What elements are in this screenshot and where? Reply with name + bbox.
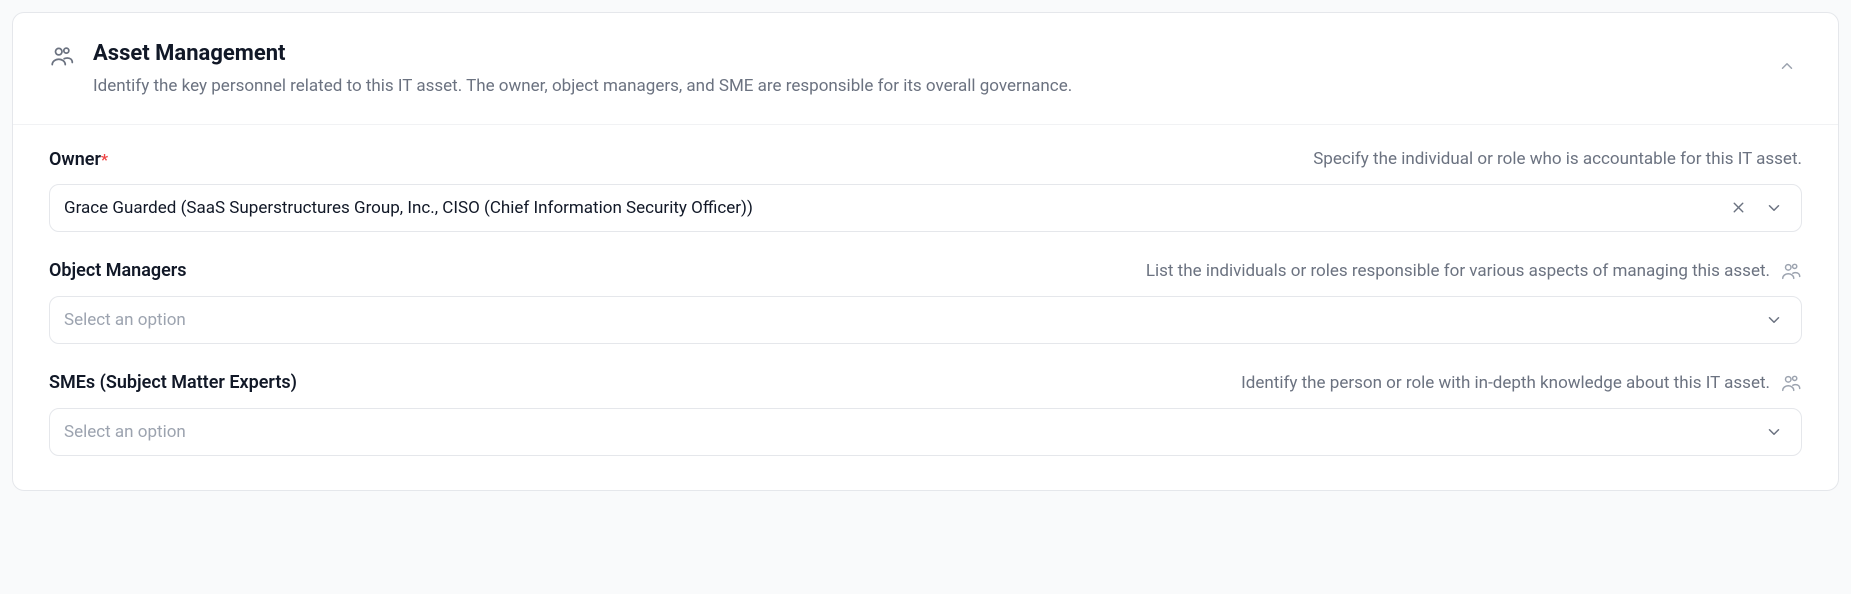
owner-select[interactable]: Grace Guarded (SaaS Superstructures Grou… — [49, 184, 1802, 232]
managers-select[interactable]: Select an option — [49, 296, 1802, 344]
panel-header-text: Asset Management Identify the key person… — [93, 41, 1754, 100]
owner-clear-button[interactable] — [1726, 195, 1751, 220]
managers-label: Object Managers — [49, 260, 187, 281]
chevron-down-icon — [1765, 199, 1783, 217]
owner-field-header: Owner* Specify the individual or role wh… — [49, 149, 1802, 170]
smes-field-header: SMEs (Subject Matter Experts) Identify t… — [49, 372, 1802, 394]
smes-label: SMEs (Subject Matter Experts) — [49, 372, 297, 393]
people-icon — [1780, 372, 1802, 394]
managers-hint: List the individuals or roles responsibl… — [1146, 261, 1770, 281]
panel-subtitle: Identify the key personnel related to th… — [93, 74, 1754, 100]
owner-field: Owner* Specify the individual or role wh… — [49, 149, 1802, 232]
chevron-down-icon — [1765, 311, 1783, 329]
collapse-button[interactable] — [1772, 51, 1802, 81]
chevron-down-icon — [1765, 423, 1783, 441]
chevron-up-icon — [1778, 57, 1796, 75]
people-icon — [49, 43, 75, 69]
required-mark: * — [101, 150, 108, 169]
owner-dropdown-button[interactable] — [1761, 195, 1787, 221]
managers-field: Object Managers List the individuals or … — [49, 260, 1802, 344]
owner-value: Grace Guarded (SaaS Superstructures Grou… — [64, 198, 1726, 218]
panel-header: Asset Management Identify the key person… — [13, 13, 1838, 125]
panel-body: Owner* Specify the individual or role wh… — [13, 125, 1838, 490]
people-icon — [1780, 260, 1802, 282]
managers-placeholder: Select an option — [64, 310, 1761, 330]
smes-select[interactable]: Select an option — [49, 408, 1802, 456]
close-icon — [1730, 199, 1747, 216]
panel-title: Asset Management — [93, 41, 1754, 66]
owner-label: Owner — [49, 149, 101, 170]
smes-hint: Identify the person or role with in-dept… — [1241, 373, 1770, 393]
asset-management-panel: Asset Management Identify the key person… — [12, 12, 1839, 491]
owner-hint: Specify the individual or role who is ac… — [1313, 149, 1802, 169]
managers-dropdown-button[interactable] — [1761, 307, 1787, 333]
smes-placeholder: Select an option — [64, 422, 1761, 442]
managers-field-header: Object Managers List the individuals or … — [49, 260, 1802, 282]
smes-field: SMEs (Subject Matter Experts) Identify t… — [49, 372, 1802, 456]
smes-dropdown-button[interactable] — [1761, 419, 1787, 445]
